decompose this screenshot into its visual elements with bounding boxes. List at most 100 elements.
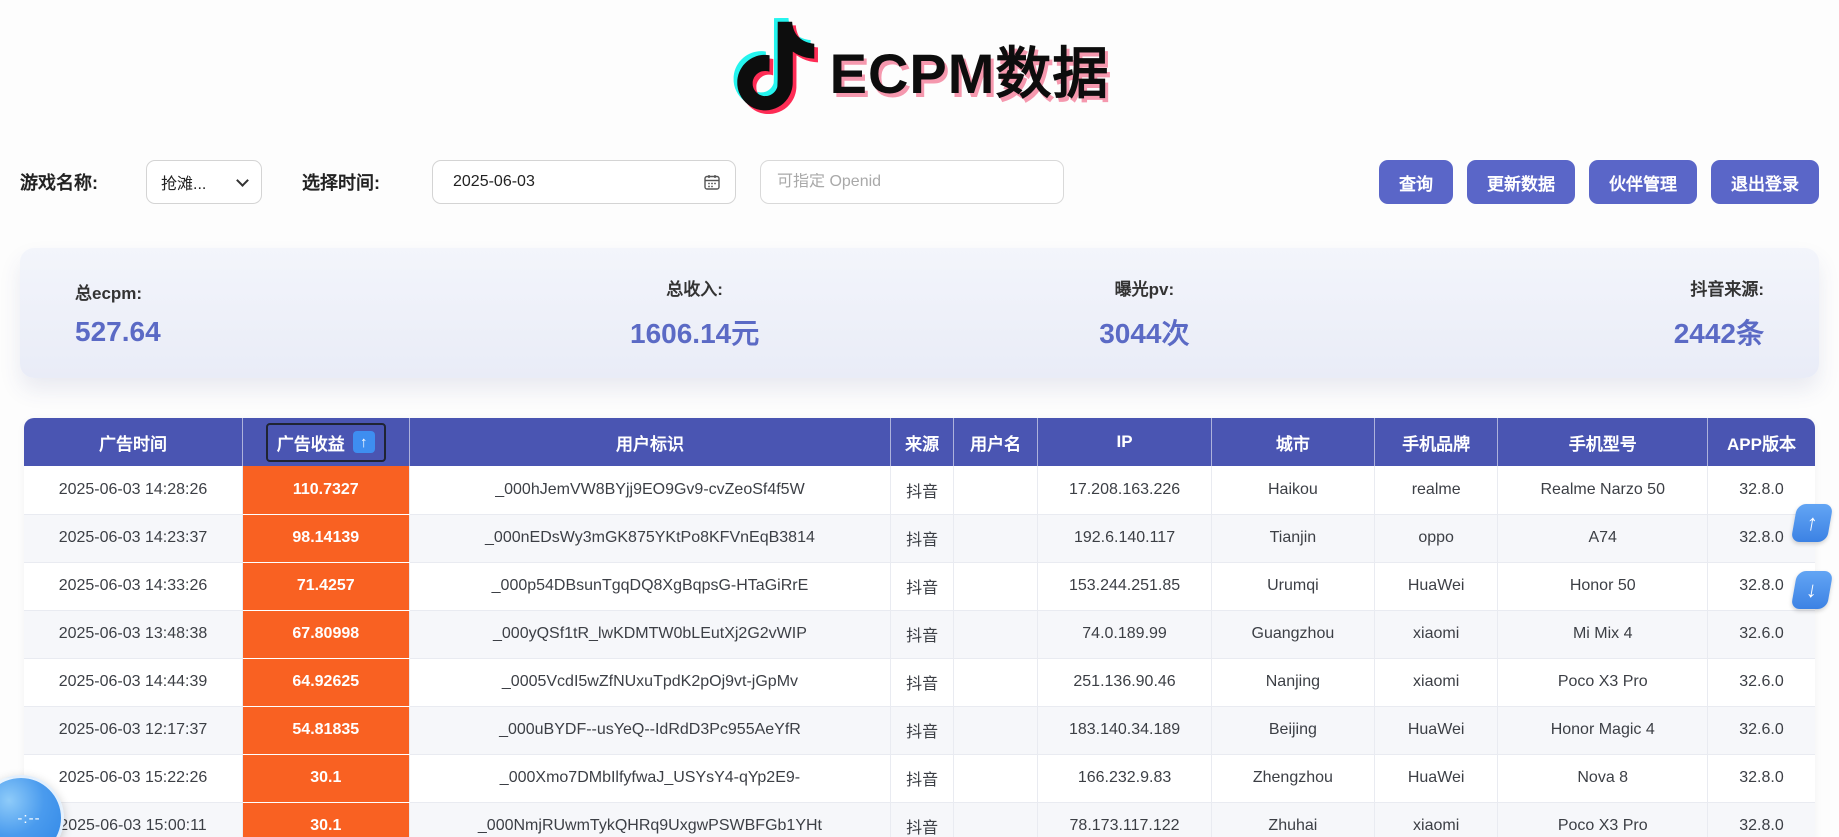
page-header: ECPM数据 bbox=[0, 14, 1839, 124]
cell-ad-revenue: 64.92625 bbox=[243, 658, 410, 706]
cell-ad-time: 2025-06-03 12:17:37 bbox=[24, 706, 243, 754]
date-picker[interactable] bbox=[432, 160, 736, 204]
cell-source: 抖音 bbox=[891, 802, 954, 837]
col-header-brand: 手机品牌 bbox=[1374, 418, 1498, 466]
cell-source: 抖音 bbox=[891, 658, 954, 706]
logout-button[interactable]: 退出登录 bbox=[1711, 160, 1819, 204]
cell-brand: HuaWei bbox=[1374, 706, 1498, 754]
refresh-data-button[interactable]: 更新数据 bbox=[1467, 160, 1575, 204]
action-buttons: 查询 更新数据 伙伴管理 退出登录 bbox=[1379, 160, 1819, 204]
timer-text: -:-- bbox=[17, 810, 40, 827]
col-header-ad-time: 广告时间 bbox=[24, 418, 243, 466]
cell-brand: HuaWei bbox=[1374, 562, 1498, 610]
table-row: 2025-06-03 15:00:1130.1_000NmjRUwmTykQHR… bbox=[24, 802, 1815, 837]
stat-total-revenue: 总收入: 1606.14元 bbox=[470, 275, 920, 352]
table-row: 2025-06-03 14:23:3798.14139_000nEDsWy3mG… bbox=[24, 514, 1815, 562]
cell-username bbox=[954, 802, 1038, 837]
cell-model: Poco X3 Pro bbox=[1498, 658, 1708, 706]
cell-source: 抖音 bbox=[891, 466, 954, 514]
cell-openid: _000nEDsWy3mGK875YKtPo8KFVnEqB3814 bbox=[409, 514, 891, 562]
cell-openid: _000yQSf1tR_lwKDMTW0bLEutXj2G2vWIP bbox=[409, 610, 891, 658]
cell-brand: oppo bbox=[1374, 514, 1498, 562]
cell-model: A74 bbox=[1498, 514, 1708, 562]
ecpm-table-wrap: 广告时间广告收益↑用户标识来源用户名IP城市手机品牌手机型号APP版本 2025… bbox=[24, 418, 1815, 837]
cell-city: Haikou bbox=[1211, 466, 1374, 514]
stat-label: 曝光pv: bbox=[1115, 275, 1175, 300]
game-select[interactable]: 抢滩... bbox=[146, 160, 262, 204]
table-row: 2025-06-03 14:28:26110.7327_000hJemVW8BY… bbox=[24, 466, 1815, 514]
cell-brand: xiaomi bbox=[1374, 802, 1498, 837]
col-header-label: 广告收益 bbox=[277, 430, 345, 455]
col-header-city: 城市 bbox=[1211, 418, 1374, 466]
cell-ip: 192.6.140.117 bbox=[1038, 514, 1212, 562]
cell-model: Nova 8 bbox=[1498, 754, 1708, 802]
cell-username bbox=[954, 658, 1038, 706]
stat-value: 2442条 bbox=[1674, 312, 1764, 352]
cell-openid: _000Xmo7DMbIlfyfwaJ_USYsY4-qYp2E9- bbox=[409, 754, 891, 802]
col-header-ip: IP bbox=[1038, 418, 1212, 466]
cell-ad-revenue: 71.4257 bbox=[243, 562, 410, 610]
col-header-app-version: APP版本 bbox=[1708, 418, 1816, 466]
cell-model: Realme Narzo 50 bbox=[1498, 466, 1708, 514]
stat-value: 527.64 bbox=[75, 316, 161, 348]
scroll-top-button[interactable]: ↑ bbox=[1791, 504, 1834, 542]
stat-douyin-source: 抖音来源: 2442条 bbox=[1369, 275, 1819, 352]
calendar-icon[interactable] bbox=[703, 173, 721, 191]
chevron-down-icon bbox=[236, 174, 249, 187]
query-button[interactable]: 查询 bbox=[1379, 160, 1453, 204]
filter-bar: 游戏名称: 抢滩... 选择时间: 查询 更新数据 伙伴管理 退出登录 bbox=[20, 160, 1819, 204]
cell-ad-revenue: 30.1 bbox=[243, 754, 410, 802]
stat-label: 抖音来源: bbox=[1690, 275, 1764, 300]
cell-city: Nanjing bbox=[1211, 658, 1374, 706]
cell-ad-time: 2025-06-03 14:23:37 bbox=[24, 514, 243, 562]
cell-ip: 78.173.117.122 bbox=[1038, 802, 1212, 837]
stat-value: 1606.14元 bbox=[630, 312, 759, 352]
cell-openid: _000p54DBsunTgqDQ8XgBqpsG-HTaGiRrE bbox=[409, 562, 891, 610]
cell-brand: HuaWei bbox=[1374, 754, 1498, 802]
openid-input[interactable] bbox=[777, 173, 1047, 191]
cell-ip: 166.232.9.83 bbox=[1038, 754, 1212, 802]
cell-ad-revenue: 54.81835 bbox=[243, 706, 410, 754]
cell-ad-revenue: 30.1 bbox=[243, 802, 410, 837]
cell-app-version: 32.8.0 bbox=[1708, 754, 1816, 802]
time-label: 选择时间: bbox=[302, 169, 380, 195]
cell-username bbox=[954, 610, 1038, 658]
cell-username bbox=[954, 706, 1038, 754]
cell-app-version: 32.6.0 bbox=[1708, 658, 1816, 706]
cell-brand: xiaomi bbox=[1374, 658, 1498, 706]
cell-username bbox=[954, 562, 1038, 610]
table-body: 2025-06-03 14:28:26110.7327_000hJemVW8BY… bbox=[24, 466, 1815, 837]
sort-asc-icon[interactable]: ↑ bbox=[353, 431, 375, 453]
cell-city: Beijing bbox=[1211, 706, 1374, 754]
cell-openid: _0005VcdI5wZfNUxuTpdK2pOj9vt-jGpMv bbox=[409, 658, 891, 706]
data-table: 广告时间广告收益↑用户标识来源用户名IP城市手机品牌手机型号APP版本 2025… bbox=[24, 418, 1815, 837]
cell-brand: xiaomi bbox=[1374, 610, 1498, 658]
cell-ip: 153.244.251.85 bbox=[1038, 562, 1212, 610]
date-input[interactable] bbox=[453, 173, 703, 191]
table-header-row: 广告时间广告收益↑用户标识来源用户名IP城市手机品牌手机型号APP版本 bbox=[24, 418, 1815, 466]
cell-openid: _000uBYDF--usYeQ--IdRdD3Pc955AeYfR bbox=[409, 706, 891, 754]
scroll-bottom-button[interactable]: ↓ bbox=[1791, 571, 1834, 609]
table-row: 2025-06-03 12:17:3754.81835_000uBYDF--us… bbox=[24, 706, 1815, 754]
partner-manage-button[interactable]: 伙伴管理 bbox=[1589, 160, 1697, 204]
game-select-value: 抢滩... bbox=[161, 170, 206, 194]
revenue-sort-control[interactable]: 广告收益 ↑ bbox=[266, 423, 386, 462]
openid-field-wrap bbox=[760, 160, 1064, 204]
game-name-label: 游戏名称: bbox=[20, 169, 98, 195]
cell-brand: realme bbox=[1374, 466, 1498, 514]
col-header-source: 来源 bbox=[891, 418, 954, 466]
table-row: 2025-06-03 14:44:3964.92625_0005VcdI5wZf… bbox=[24, 658, 1815, 706]
col-header-username: 用户名 bbox=[954, 418, 1038, 466]
stat-label: 总ecpm: bbox=[75, 279, 142, 304]
stat-label: 总收入: bbox=[666, 275, 723, 300]
page-title: ECPM数据 bbox=[830, 29, 1110, 110]
cell-app-version: 32.6.0 bbox=[1708, 706, 1816, 754]
cell-ad-time: 2025-06-03 14:28:26 bbox=[24, 466, 243, 514]
table-row: 2025-06-03 15:22:2630.1_000Xmo7DMbIlfyfw… bbox=[24, 754, 1815, 802]
col-header-openid: 用户标识 bbox=[409, 418, 891, 466]
cell-ad-revenue: 98.14139 bbox=[243, 514, 410, 562]
cell-app-version: 32.6.0 bbox=[1708, 610, 1816, 658]
table-row: 2025-06-03 13:48:3867.80998_000yQSf1tR_l… bbox=[24, 610, 1815, 658]
stats-summary-card: 总ecpm: 527.64 总收入: 1606.14元 曝光pv: 3044次 … bbox=[20, 248, 1819, 378]
col-header-ad-revenue[interactable]: 广告收益 ↑ bbox=[243, 418, 410, 466]
